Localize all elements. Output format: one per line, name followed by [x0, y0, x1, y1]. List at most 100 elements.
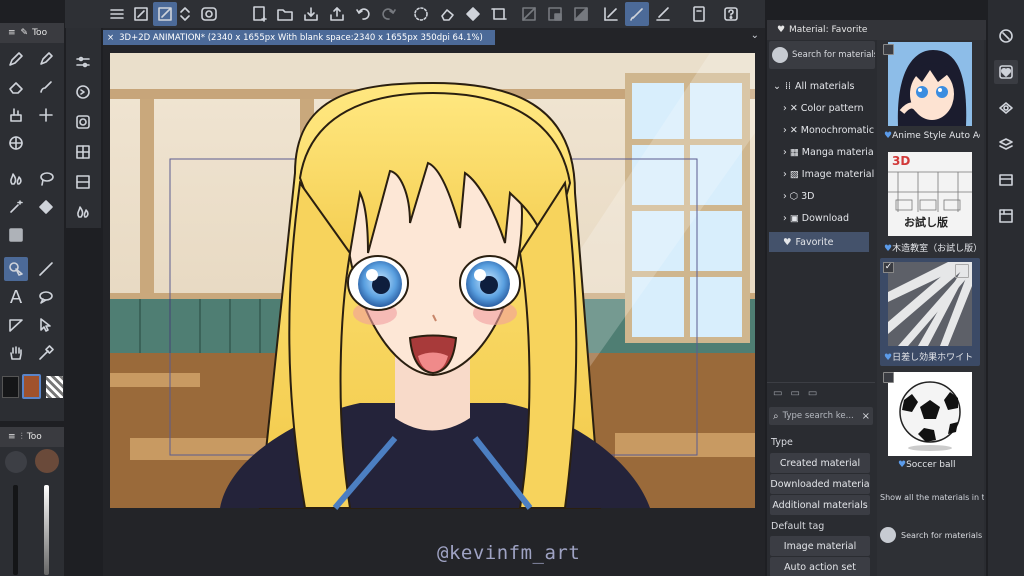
tree-image-material[interactable]: › ▨ Image material: [783, 164, 875, 184]
eraser-tool-icon[interactable]: [4, 75, 28, 99]
decoration-tool-icon[interactable]: [4, 103, 28, 127]
material-name-sunlight-effect: ♥日差し効果ホワイト: [884, 353, 974, 363]
material-thumb-soccer-ball[interactable]: [888, 372, 972, 456]
hamburger-icon[interactable]: ≡: [8, 432, 16, 442]
erase-selection-icon[interactable]: [435, 2, 459, 26]
hamburger-icon[interactable]: ≡: [8, 28, 16, 38]
transform-icon[interactable]: [487, 2, 511, 26]
main-color-swatch[interactable]: [2, 376, 19, 398]
rotate-stepper-icon[interactable]: [177, 2, 193, 26]
reset-view-icon[interactable]: [197, 2, 221, 26]
redo-icon[interactable]: [377, 2, 401, 26]
material-thumb-anime-action[interactable]: [888, 42, 972, 126]
brush-stabilizer-icon[interactable]: [625, 2, 649, 26]
tree-all-materials[interactable]: ⌄ ⁞⁞ All materials: [773, 76, 875, 96]
sparkle-tool-icon[interactable]: [34, 103, 58, 127]
bottom-material-search[interactable]: Search for materials on: [880, 524, 984, 546]
layers-icon[interactable]: [994, 132, 1018, 156]
document-tab[interactable]: × 3D+2D ANIMATION* (2340 x 1655px With b…: [103, 30, 495, 45]
tree-3d[interactable]: › ⬡ 3D: [783, 186, 875, 206]
created-material-button[interactable]: Created material: [770, 453, 870, 473]
hand-tool-icon[interactable]: [4, 341, 28, 365]
eyedropper-icon[interactable]: [34, 341, 58, 365]
magic-wand-icon[interactable]: [4, 195, 28, 219]
save-icon[interactable]: [299, 2, 323, 26]
artwork-canvas[interactable]: [110, 53, 755, 510]
tool-property-icon[interactable]: [71, 50, 95, 74]
text-tool-icon[interactable]: A: [4, 285, 28, 309]
lasso-tool-icon[interactable]: [34, 167, 58, 191]
folder-settings-icon[interactable]: ▭: [808, 388, 817, 399]
select-checkbox[interactable]: [883, 372, 894, 383]
edit-material-icon[interactable]: [955, 264, 969, 278]
new-folder-icon[interactable]: ▭: [773, 388, 782, 399]
export-icon[interactable]: [325, 2, 349, 26]
layer-property-icon[interactable]: [994, 96, 1018, 120]
default-tag-heading: Default tag: [771, 521, 825, 532]
clear-selection-icon[interactable]: [409, 2, 433, 26]
speech-balloon-icon[interactable]: [34, 285, 58, 309]
history-icon[interactable]: [71, 170, 95, 194]
brush-size-icon[interactable]: [71, 80, 95, 104]
search-material-icon[interactable]: [994, 24, 1018, 48]
brush-color-preview[interactable]: [35, 449, 59, 473]
tree-manga-material[interactable]: › ▦ Manga materia: [783, 142, 875, 162]
gradient-tool-icon[interactable]: [4, 223, 28, 247]
reference-layer-icon[interactable]: [543, 2, 567, 26]
duplicate-folder-icon[interactable]: ▭: [790, 388, 799, 399]
timeline-icon[interactable]: [994, 168, 1018, 192]
material-thumb-wooden-classroom[interactable]: 3D お試し版: [888, 152, 972, 236]
navigator-icon[interactable]: [71, 110, 95, 134]
blend-tool-icon[interactable]: [4, 167, 28, 191]
sub-color-swatch[interactable]: [22, 374, 41, 399]
auto-action-set-tag-button[interactable]: Auto action set: [770, 557, 870, 576]
sub-view-icon[interactable]: [71, 200, 95, 224]
select-tool-icon[interactable]: [4, 257, 28, 281]
line-tool-icon[interactable]: [34, 257, 58, 281]
pencil-tool-icon[interactable]: [34, 47, 58, 71]
device-icon[interactable]: [687, 2, 711, 26]
menu-icon[interactable]: [105, 2, 129, 26]
open-folder-icon[interactable]: [273, 2, 297, 26]
tree-color-pattern[interactable]: › ✕ Color pattern: [783, 98, 875, 118]
clip-layer-icon[interactable]: [517, 2, 541, 26]
clear-icon[interactable]: ×: [862, 411, 870, 422]
tag-search[interactable]: ⌕ Type search ke... ×: [769, 407, 873, 425]
brush-size-preview[interactable]: [5, 451, 27, 473]
selected-checkbox[interactable]: ✓: [883, 262, 894, 273]
brush-tool-icon[interactable]: [34, 75, 58, 99]
help-icon[interactable]: [719, 2, 743, 26]
3d-tool-icon[interactable]: [4, 131, 28, 155]
vector-pen-icon[interactable]: [651, 2, 675, 26]
fit-screen-icon[interactable]: [129, 2, 153, 26]
zoom-tool-icon[interactable]: [153, 2, 177, 26]
fill-tool-icon[interactable]: [34, 195, 58, 219]
opacity-slider[interactable]: [44, 485, 49, 575]
downloaded-material-button[interactable]: Downloaded materia: [770, 474, 870, 494]
tree-download[interactable]: › ▣ Download: [783, 208, 875, 228]
frame-tool-icon[interactable]: [4, 313, 28, 337]
animation-cels-icon[interactable]: [994, 204, 1018, 228]
tree-favorite[interactable]: ♥ Favorite: [769, 232, 869, 252]
tab-dropdown-icon[interactable]: ⌄: [751, 30, 759, 41]
additional-materials-button[interactable]: Additional materials: [770, 495, 870, 515]
color-set-icon[interactable]: [71, 140, 95, 164]
favorite-material-icon[interactable]: [994, 60, 1018, 84]
tree-monochromatic[interactable]: › ✕ Monochromatic: [783, 120, 875, 140]
draft-layer-icon[interactable]: [569, 2, 593, 26]
pen-tool-icon[interactable]: [4, 47, 28, 71]
material-search[interactable]: Search for materials on A: [769, 41, 875, 69]
size-slider[interactable]: [13, 485, 18, 575]
image-material-tag-button[interactable]: Image material: [770, 536, 870, 556]
object-select-icon[interactable]: [34, 313, 58, 337]
material-name-soccer-ball: ♥Soccer ball: [898, 460, 956, 470]
undo-icon[interactable]: [351, 2, 375, 26]
close-tab-icon[interactable]: ×: [107, 33, 114, 43]
new-file-icon[interactable]: [247, 2, 271, 26]
transparent-color-swatch[interactable]: [46, 376, 63, 398]
select-checkbox[interactable]: [883, 44, 894, 55]
heart-icon: ♥: [783, 236, 792, 248]
fill-selection-icon[interactable]: [461, 2, 485, 26]
thumb-trial-label: お試し版: [902, 214, 950, 230]
color-mix-icon[interactable]: [599, 2, 623, 26]
